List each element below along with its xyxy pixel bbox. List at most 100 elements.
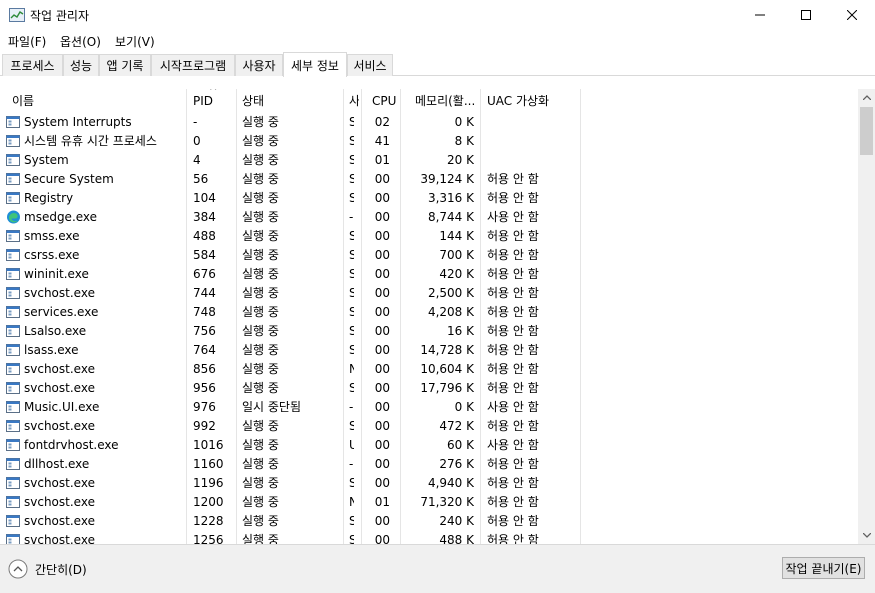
menu-view[interactable]: 보기(V) — [115, 33, 155, 50]
cell-name: smss.exe — [24, 229, 80, 243]
cell-status: 실행 중 — [242, 115, 279, 129]
cell-name: wininit.exe — [24, 267, 89, 281]
cell-memory: 8,744 K — [427, 210, 474, 224]
cell-memory: 240 K — [439, 514, 474, 528]
table-row[interactable]: svchost.exe 956 실행 중 S 00 17,796 K 허용 안 함 — [0, 379, 858, 398]
table-header: ^ 이름 PID 상태 사 CPU 메모리(활... UAC 가상화 — [0, 89, 858, 113]
tab-performance[interactable]: 성능 — [63, 54, 99, 76]
cell-user: S — [349, 191, 354, 205]
vertical-scrollbar[interactable] — [858, 89, 875, 544]
cell-status: 실행 중 — [242, 153, 279, 167]
scrollbar-thumb[interactable] — [860, 107, 873, 155]
cell-status: 실행 중 — [242, 172, 279, 186]
table-row[interactable]: csrss.exe 584 실행 중 S 00 700 K 허용 안 함 — [0, 246, 858, 265]
cell-uac: 사용 안 함 — [487, 400, 539, 414]
column-header-uac[interactable]: UAC 가상화 — [487, 89, 577, 113]
cell-cpu: 00 — [374, 343, 390, 357]
table-row[interactable]: System Interrupts - 실행 중 S 02 0 K — [0, 113, 858, 132]
cell-memory: 0 K — [454, 400, 474, 414]
cell-status: 실행 중 — [242, 381, 279, 395]
maximize-button[interactable] — [783, 0, 829, 30]
cell-name: csrss.exe — [24, 248, 80, 262]
cell-uac: 허용 안 함 — [487, 229, 539, 243]
table-row[interactable]: lsass.exe 764 실행 중 S 00 14,728 K 허용 안 함 — [0, 341, 858, 360]
tab-services[interactable]: 서비스 — [347, 54, 393, 76]
table-row[interactable]: msedge.exe 384 실행 중 - 00 8,744 K 사용 안 함 — [0, 208, 858, 227]
column-header-cpu[interactable]: CPU — [372, 89, 398, 113]
tab-startup[interactable]: 시작프로그램 — [151, 54, 235, 76]
column-header-name[interactable]: 이름 — [12, 89, 182, 113]
table-row[interactable]: fontdrvhost.exe 1016 실행 중 U 00 60 K 사용 안 함 — [0, 436, 858, 455]
table-row[interactable]: svchost.exe 1196 실행 중 S 00 4,940 K 허용 안 함 — [0, 474, 858, 493]
table-row[interactable]: smss.exe 488 실행 중 S 00 144 K 허용 안 함 — [0, 227, 858, 246]
table-row[interactable]: Music.UI.exe 976 일시 중단됨 - 00 0 K 사용 안 함 — [0, 398, 858, 417]
minimize-button[interactable] — [737, 0, 783, 30]
table-row[interactable]: 시스템 유휴 시간 프로세스 0 실행 중 S 41 8 K — [0, 132, 858, 151]
cell-status: 실행 중 — [242, 191, 279, 205]
cell-status: 실행 중 — [242, 134, 279, 148]
process-icon — [6, 191, 21, 205]
cell-memory: 3,316 K — [427, 191, 474, 205]
table-row[interactable]: svchost.exe 1228 실행 중 S 00 240 K 허용 안 함 — [0, 512, 858, 531]
tab-app-history[interactable]: 앱 기록 — [99, 54, 151, 76]
cell-pid: 756 — [193, 324, 216, 338]
column-header-status[interactable]: 상태 — [242, 89, 340, 113]
table-row[interactable]: svchost.exe 1256 실행 중 S 00 488 K 허용 안 함 — [0, 531, 858, 544]
cell-cpu: 00 — [374, 286, 390, 300]
cell-memory: 276 K — [439, 457, 474, 471]
column-header-user[interactable]: 사 — [349, 89, 359, 113]
column-header-memory[interactable]: 메모리(활... — [415, 89, 477, 113]
fewer-details-button[interactable]: 간단히(D) — [8, 558, 87, 580]
table-row[interactable]: Secure System 56 실행 중 S 00 39,124 K 허용 안 함 — [0, 170, 858, 189]
task-manager-icon — [9, 8, 25, 22]
cell-memory: 144 K — [439, 229, 474, 243]
cell-status: 실행 중 — [242, 343, 279, 357]
table-row[interactable]: Lsalso.exe 756 실행 중 S 00 16 K 허용 안 함 — [0, 322, 858, 341]
process-icon — [6, 153, 21, 167]
cell-user: S — [349, 248, 354, 262]
tab-users[interactable]: 사용자 — [235, 54, 283, 76]
cell-uac — [487, 151, 579, 170]
tab-strip: 프로세스 성능 앱 기록 시작프로그램 사용자 세부 정보 서비스 — [0, 52, 875, 77]
table-row[interactable]: wininit.exe 676 실행 중 S 00 420 K 허용 안 함 — [0, 265, 858, 284]
cell-cpu: 01 — [374, 153, 390, 167]
cell-memory: 16 K — [447, 324, 474, 338]
table-row[interactable]: svchost.exe 1200 실행 중 N 01 71,320 K 허용 안 함 — [0, 493, 858, 512]
close-button[interactable] — [829, 0, 875, 30]
column-header-pid[interactable]: PID — [193, 89, 233, 113]
table-row[interactable]: System 4 실행 중 S 01 20 K — [0, 151, 858, 170]
cell-user: S — [349, 419, 354, 433]
cell-name: svchost.exe — [24, 495, 95, 509]
table-row[interactable]: svchost.exe 744 실행 중 S 00 2,500 K 허용 안 함 — [0, 284, 858, 303]
tab-details[interactable]: 세부 정보 — [283, 52, 347, 77]
cell-user: S — [349, 172, 354, 186]
end-task-button[interactable]: 작업 끝내기(E) — [782, 557, 865, 579]
cell-pid: 0 — [193, 134, 201, 148]
cell-name: System Interrupts — [24, 115, 132, 129]
cell-status: 실행 중 — [242, 248, 279, 262]
cell-memory: 4,208 K — [427, 305, 474, 319]
menu-file[interactable]: 파일(F) — [8, 33, 46, 50]
cell-pid: 1228 — [193, 514, 224, 528]
table-row[interactable]: dllhost.exe 1160 실행 중 - 00 276 K 허용 안 함 — [0, 455, 858, 474]
edge-icon — [6, 210, 21, 224]
table-row[interactable]: services.exe 748 실행 중 S 00 4,208 K 허용 안 함 — [0, 303, 858, 322]
process-icon — [6, 305, 21, 319]
cell-status: 실행 중 — [242, 457, 279, 471]
cell-name: dllhost.exe — [24, 457, 90, 471]
cell-pid: 976 — [193, 400, 216, 414]
cell-cpu: 02 — [374, 115, 390, 129]
tab-processes[interactable]: 프로세스 — [2, 54, 63, 76]
cell-name: msedge.exe — [24, 210, 98, 224]
table-row[interactable]: svchost.exe 992 실행 중 S 00 472 K 허용 안 함 — [0, 417, 858, 436]
process-icon — [6, 248, 21, 262]
cell-memory: 700 K — [439, 248, 474, 262]
scroll-down-button[interactable] — [858, 527, 875, 544]
menu-options[interactable]: 옵션(O) — [60, 33, 101, 50]
scroll-up-button[interactable] — [858, 89, 875, 106]
cell-user: S — [349, 115, 354, 129]
table-row[interactable]: svchost.exe 856 실행 중 N 00 10,604 K 허용 안 함 — [0, 360, 858, 379]
process-icon — [6, 514, 21, 528]
table-row[interactable]: Registry 104 실행 중 S 00 3,316 K 허용 안 함 — [0, 189, 858, 208]
cell-uac: 허용 안 함 — [487, 419, 539, 433]
